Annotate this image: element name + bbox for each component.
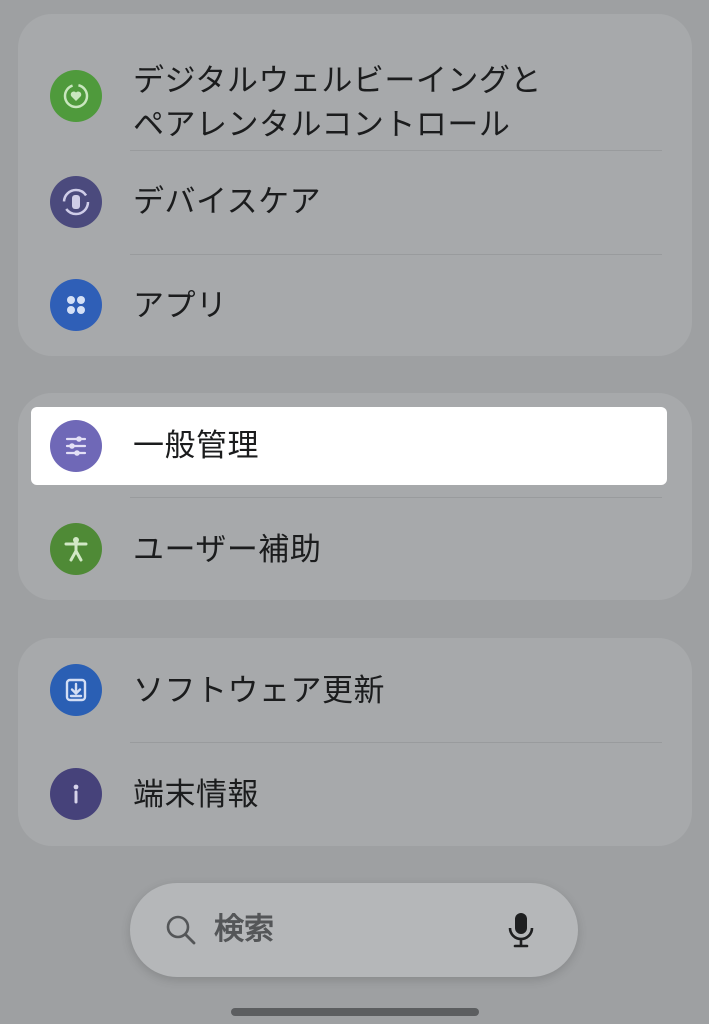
device-care-icon: [50, 176, 102, 228]
software-update-label: ソフトウェア更新: [133, 673, 385, 709]
device-care-item[interactable]: デバイスケア: [18, 151, 692, 253]
home-indicator: [231, 1008, 479, 1016]
search-icon: [164, 913, 198, 951]
general-management-icon: [50, 420, 102, 472]
device-info-icon: [50, 768, 102, 820]
apps-item[interactable]: アプリ: [18, 255, 692, 356]
software-update-icon: [50, 664, 102, 716]
search-bar[interactable]: 検索: [130, 883, 578, 977]
device-care-label: デバイスケア: [133, 184, 322, 220]
general-management-item[interactable]: 一般管理: [31, 407, 667, 485]
accessibility-label: ユーザー補助: [133, 532, 322, 568]
settings-group-1: デジタルウェルビーイングと ペアレンタルコントロール デバイスケア アプリ: [18, 14, 692, 356]
accessibility-item[interactable]: ユーザー補助: [18, 499, 692, 600]
digital-wellbeing-icon: [50, 70, 102, 122]
apps-icon: [50, 279, 102, 331]
digital-wellbeing-label-line1: デジタルウェルビーイングと: [133, 63, 542, 99]
digital-wellbeing-label-line2: ペアレンタルコントロール: [133, 107, 511, 143]
device-info-item[interactable]: 端末情報: [18, 743, 692, 846]
digital-wellbeing-item[interactable]: デジタルウェルビーイングと ペアレンタルコントロール: [18, 34, 692, 160]
general-management-label: 一般管理: [133, 428, 259, 464]
device-info-label: 端末情報: [133, 777, 259, 813]
accessibility-icon: [50, 523, 102, 575]
microphone-icon[interactable]: [504, 911, 538, 953]
search-input[interactable]: 検索: [214, 907, 274, 953]
divider: [130, 497, 662, 498]
settings-group-3: ソフトウェア更新 端末情報: [18, 638, 692, 846]
software-update-item[interactable]: ソフトウェア更新: [18, 638, 692, 742]
apps-label: アプリ: [133, 288, 228, 324]
